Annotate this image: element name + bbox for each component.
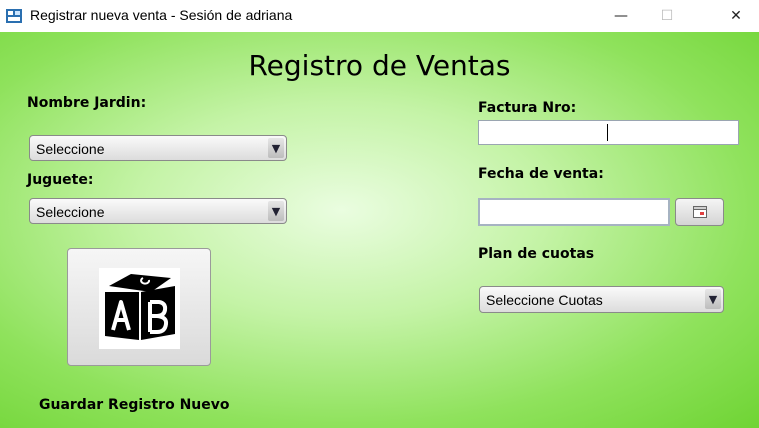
juguete-selected: Seleccione [36, 204, 105, 220]
abc-blocks-icon [99, 268, 180, 349]
juguete-select[interactable]: Seleccione ▼ [29, 198, 287, 224]
plan-cuotas-label: Plan de cuotas [478, 246, 595, 262]
chevron-down-icon: ▼ [705, 289, 721, 309]
save-button-caption: Guardar Registro Nuevo [39, 397, 230, 413]
fecha-label: Fecha de venta: [478, 166, 604, 182]
nombre-jardin-label: Nombre Jardin: [27, 95, 147, 111]
close-icon: ✕ [730, 8, 742, 24]
window-titlebar: Registrar nueva venta - Sesión de adrian… [0, 0, 759, 32]
form-panel: Registro de Ventas Nombre Jardin: Selecc… [0, 32, 759, 428]
factura-label: Factura Nro: [478, 100, 577, 116]
plan-cuotas-select[interactable]: Seleccione Cuotas ▼ [479, 286, 724, 313]
maximize-button[interactable]: ☐ [644, 0, 690, 32]
nombre-jardin-select[interactable]: Seleccione ▼ [29, 135, 287, 161]
calendar-icon [692, 203, 707, 222]
app-icon [6, 8, 22, 24]
minimize-icon: — [614, 8, 628, 24]
maximize-icon: ☐ [660, 8, 674, 24]
nombre-jardin-selected: Seleccione [36, 141, 105, 157]
juguete-label: Juguete: [27, 172, 94, 188]
plan-cuotas-selected: Seleccione Cuotas [486, 292, 603, 308]
text-caret [607, 124, 608, 141]
page-title: Registro de Ventas [248, 49, 511, 82]
factura-input[interactable] [478, 120, 739, 145]
date-picker-button[interactable] [675, 198, 724, 226]
minimize-button[interactable]: — [598, 0, 644, 32]
chevron-down-icon: ▼ [268, 201, 284, 221]
fecha-input[interactable] [478, 198, 670, 226]
chevron-down-icon: ▼ [268, 138, 284, 158]
window-title: Registrar nueva venta - Sesión de adrian… [30, 7, 293, 23]
close-button[interactable]: ✕ [713, 0, 759, 32]
save-record-button[interactable] [67, 248, 211, 366]
